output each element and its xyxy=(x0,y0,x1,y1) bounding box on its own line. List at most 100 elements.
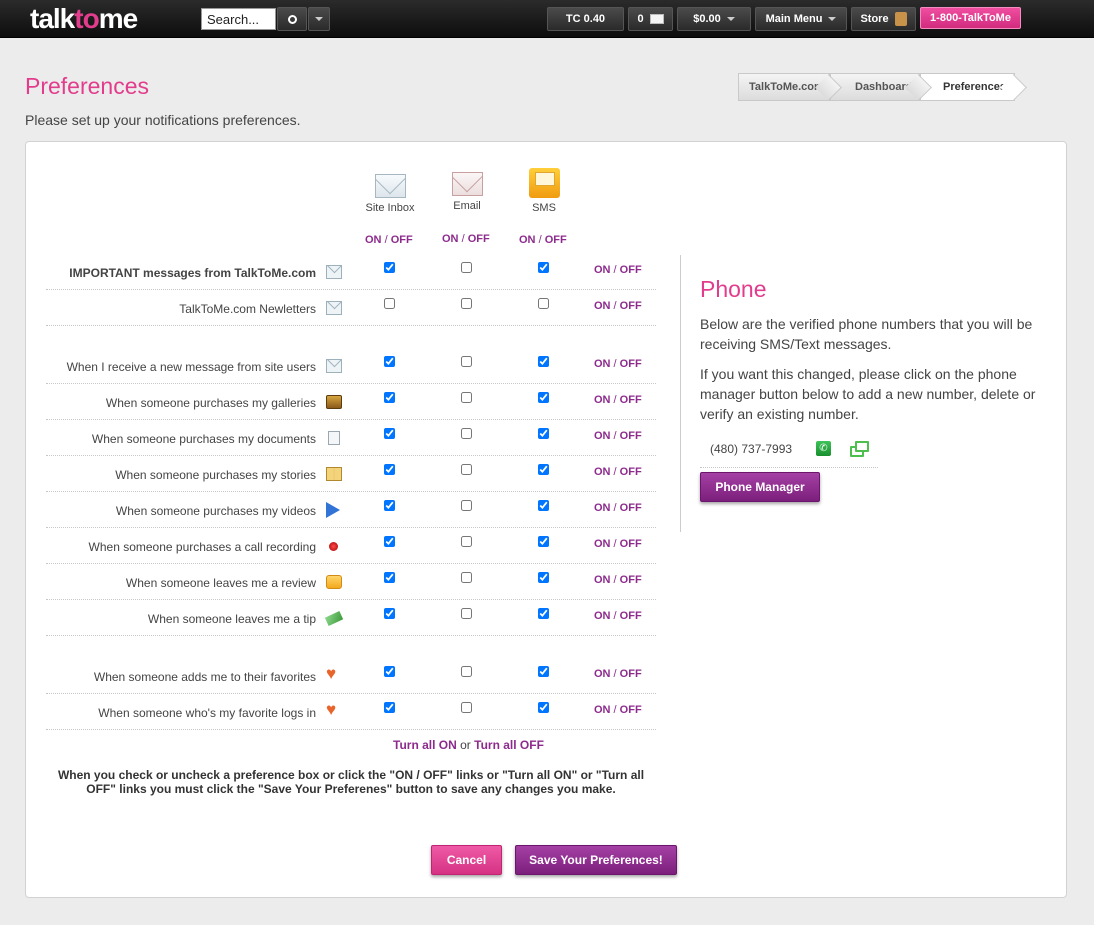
off-link[interactable]: OFF xyxy=(620,394,642,406)
site-inbox-checkbox[interactable] xyxy=(384,356,395,367)
email-checkbox[interactable] xyxy=(461,572,472,583)
search-button[interactable] xyxy=(277,7,307,31)
email-checkbox[interactable] xyxy=(461,392,472,403)
sms-chat-icon[interactable] xyxy=(850,441,869,457)
phone-manager-button[interactable]: Phone Manager xyxy=(700,472,820,502)
on-link[interactable]: ON xyxy=(594,358,611,370)
top-nav-bar: talktome TC 0.40 0 $0.00 Main Menu Store… xyxy=(0,0,1094,38)
store-button[interactable]: Store xyxy=(851,7,916,31)
site-inbox-checkbox[interactable] xyxy=(384,392,395,403)
email-checkbox[interactable] xyxy=(461,356,472,367)
sms-checkbox[interactable] xyxy=(538,572,549,583)
email-checkbox[interactable] xyxy=(461,608,472,619)
email-checkbox[interactable] xyxy=(461,428,472,439)
off-link[interactable]: OFF xyxy=(620,300,642,312)
site-inbox-checkbox[interactable] xyxy=(384,428,395,439)
email-checkbox[interactable] xyxy=(461,298,472,309)
on-link[interactable]: ON xyxy=(594,264,611,276)
on-link[interactable]: ON xyxy=(594,466,611,478)
on-link[interactable]: ON xyxy=(594,430,611,442)
email-checkbox[interactable] xyxy=(461,500,472,511)
off-link[interactable]: OFF xyxy=(620,430,642,442)
preference-row: When someone purchases a call recording O… xyxy=(46,528,656,564)
site-inbox-checkbox[interactable] xyxy=(384,572,395,583)
site-inbox-checkbox[interactable] xyxy=(384,464,395,475)
on-link[interactable]: ON xyxy=(365,234,382,246)
phone-call-icon[interactable]: ✆ xyxy=(816,441,831,456)
on-link[interactable]: ON xyxy=(594,394,611,406)
chevron-down-icon xyxy=(828,17,837,21)
site-logo[interactable]: talktome xyxy=(30,3,138,35)
sms-checkbox[interactable] xyxy=(538,702,549,713)
row-onoff: ON / OFF xyxy=(594,574,642,586)
off-link[interactable]: OFF xyxy=(620,574,642,586)
email-checkbox[interactable] xyxy=(461,536,472,547)
site-inbox-checkbox[interactable] xyxy=(384,536,395,547)
breadcrumb-item-dashboard[interactable]: Dashboard xyxy=(830,73,920,101)
off-link[interactable]: OFF xyxy=(620,358,642,370)
row-onoff: ON / OFF xyxy=(594,358,642,370)
off-link[interactable]: OFF xyxy=(468,233,490,245)
site-inbox-checkbox[interactable] xyxy=(384,500,395,511)
messages-button[interactable]: 0 xyxy=(628,7,673,31)
tc-balance[interactable]: TC 0.40 xyxy=(547,7,624,31)
sms-checkbox[interactable] xyxy=(538,536,549,547)
on-link[interactable]: ON xyxy=(594,668,611,680)
sms-checkbox[interactable] xyxy=(538,464,549,475)
cancel-button[interactable]: Cancel xyxy=(431,845,502,875)
site-inbox-checkbox[interactable] xyxy=(384,262,395,273)
email-checkbox[interactable] xyxy=(461,702,472,713)
on-link[interactable]: ON xyxy=(594,610,611,622)
turn-all-off-link[interactable]: Turn all OFF xyxy=(474,738,544,752)
preference-label: TalkToMe.com Newletters xyxy=(179,302,316,316)
sms-checkbox[interactable] xyxy=(538,392,549,403)
sms-checkbox[interactable] xyxy=(538,608,549,619)
preferences-panel: Site Inbox Email SMS ON / OFF ON / OFF O… xyxy=(25,141,1067,898)
sms-checkbox[interactable] xyxy=(538,356,549,367)
email-checkbox[interactable] xyxy=(461,464,472,475)
off-link[interactable]: OFF xyxy=(545,234,567,246)
balance-dropdown[interactable]: $0.00 xyxy=(677,7,751,31)
site-inbox-checkbox[interactable] xyxy=(384,702,395,713)
preference-label: When someone leaves me a tip xyxy=(147,612,316,626)
off-link[interactable]: OFF xyxy=(620,668,642,680)
on-link[interactable]: ON xyxy=(594,300,611,312)
off-link[interactable]: OFF xyxy=(620,264,642,276)
turn-all-links: Turn all ON or Turn all OFF xyxy=(393,738,544,752)
phone-description: Below are the verified phone numbers tha… xyxy=(700,316,1033,352)
off-link[interactable]: OFF xyxy=(620,704,642,716)
off-link[interactable]: OFF xyxy=(620,538,642,550)
sms-checkbox[interactable] xyxy=(538,428,549,439)
site-inbox-checkbox[interactable] xyxy=(384,608,395,619)
site-inbox-checkbox[interactable] xyxy=(384,298,395,309)
sms-checkbox[interactable] xyxy=(538,298,549,309)
sms-checkbox[interactable] xyxy=(538,666,549,677)
phone-number-button[interactable]: 1-800-TalkToMe xyxy=(920,7,1021,29)
email-checkbox[interactable] xyxy=(461,262,472,273)
sms-checkbox[interactable] xyxy=(538,500,549,511)
on-link[interactable]: ON xyxy=(519,234,536,246)
chevron-down-icon xyxy=(315,17,323,21)
on-link[interactable]: ON xyxy=(594,502,611,514)
row-onoff: ON / OFF xyxy=(594,300,642,312)
on-link[interactable]: ON xyxy=(594,704,611,716)
email-checkbox[interactable] xyxy=(461,666,472,677)
phone-number: (480) 737-7993 xyxy=(710,442,793,456)
turn-all-on-link[interactable]: Turn all ON xyxy=(393,738,457,752)
search-options-button[interactable] xyxy=(308,7,330,31)
save-preferences-button[interactable]: Save Your Preferences! xyxy=(515,845,677,875)
off-link[interactable]: OFF xyxy=(620,466,642,478)
sms-checkbox[interactable] xyxy=(538,262,549,273)
play-icon xyxy=(326,502,340,518)
on-link[interactable]: ON xyxy=(442,233,459,245)
off-link[interactable]: OFF xyxy=(391,234,413,246)
off-link[interactable]: OFF xyxy=(620,610,642,622)
on-link[interactable]: ON xyxy=(594,574,611,586)
site-inbox-checkbox[interactable] xyxy=(384,666,395,677)
on-link[interactable]: ON xyxy=(594,538,611,550)
breadcrumb-item-home[interactable]: TalkToMe.com xyxy=(738,73,830,101)
envelope-icon xyxy=(649,14,664,24)
off-link[interactable]: OFF xyxy=(620,502,642,514)
search-input[interactable] xyxy=(201,8,276,30)
main-menu-dropdown[interactable]: Main Menu xyxy=(755,7,847,31)
